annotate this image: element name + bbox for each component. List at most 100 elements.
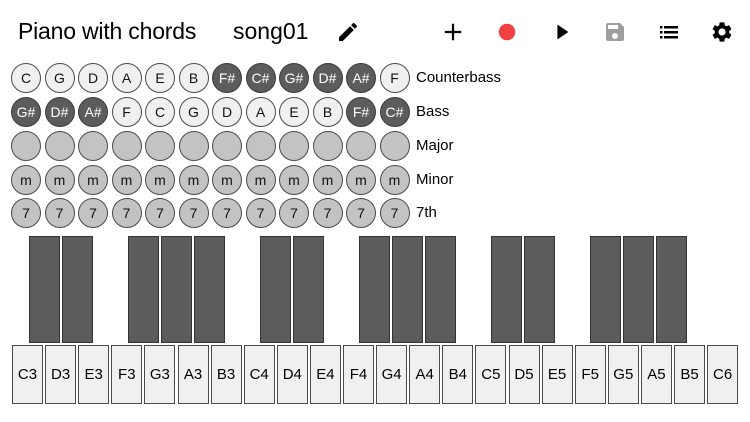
black-key-asharp5[interactable] [656,236,687,343]
counterbass-button[interactable]: C# [245,63,276,93]
major-button[interactable] [379,131,410,161]
white-key[interactable]: A5 [640,345,672,404]
counterbass-button[interactable]: D [78,63,108,93]
seventh-button[interactable]: 7 [178,198,209,228]
black-key-fsharp5[interactable] [590,236,621,343]
counterbass-button[interactable]: A# [346,63,376,93]
major-button[interactable] [279,131,309,161]
record-button[interactable] [491,16,523,48]
white-key[interactable]: C4 [243,345,275,404]
white-key[interactable]: E4 [309,345,341,404]
white-key[interactable]: B4 [442,345,474,404]
seventh-button[interactable]: 7 [212,198,242,228]
black-key-gsharp5[interactable] [623,236,654,343]
black-key-gsharp3[interactable] [161,236,192,343]
counterbass-button[interactable]: B [178,63,209,93]
black-key-csharp4[interactable] [260,236,291,343]
white-key[interactable]: C3 [12,345,43,404]
black-key-dsharp4[interactable] [293,236,324,343]
black-key-fsharp3[interactable] [128,236,159,343]
major-button[interactable] [212,131,242,161]
white-key[interactable]: G4 [376,345,408,404]
seventh-button[interactable]: 7 [279,198,309,228]
seventh-button[interactable]: 7 [145,198,175,228]
seventh-button[interactable]: 7 [379,198,410,228]
bass-button[interactable]: G# [11,97,41,127]
counterbass-button[interactable]: D# [312,63,343,93]
white-key[interactable]: D4 [276,345,308,404]
minor-button[interactable]: m [178,165,209,195]
counterbass-button[interactable]: G [44,63,75,93]
minor-button[interactable]: m [111,165,142,195]
white-key[interactable]: C5 [475,345,507,404]
bass-button[interactable]: F [111,97,142,127]
counterbass-button[interactable]: F [379,63,410,93]
bass-button[interactable]: D [212,97,242,127]
white-key[interactable]: G3 [144,345,176,404]
bass-button[interactable]: D# [44,97,75,127]
seventh-button[interactable]: 7 [346,198,376,228]
counterbass-button[interactable]: F# [212,63,242,93]
white-key[interactable]: F5 [574,345,606,404]
save-button[interactable] [599,16,631,48]
black-key-asharp4[interactable] [425,236,456,343]
black-key-gsharp4[interactable] [392,236,423,343]
black-key-csharp5[interactable] [491,236,522,343]
settings-button[interactable] [706,16,738,48]
add-button[interactable] [437,16,469,48]
minor-button[interactable]: m [11,165,41,195]
counterbass-button[interactable]: C [11,63,41,93]
minor-button[interactable]: m [279,165,309,195]
major-button[interactable] [178,131,209,161]
seventh-button[interactable]: 7 [111,198,142,228]
black-key-csharp3[interactable] [29,236,60,343]
major-button[interactable] [346,131,376,161]
white-key[interactable]: D3 [45,345,77,404]
play-button[interactable] [546,16,578,48]
major-button[interactable] [111,131,142,161]
counterbass-button[interactable]: G# [279,63,309,93]
white-key[interactable]: D5 [508,345,540,404]
white-key[interactable]: B3 [210,345,242,404]
major-button[interactable] [11,131,41,161]
white-key[interactable]: A4 [409,345,441,404]
edit-song-name-button[interactable] [332,16,364,48]
minor-button[interactable]: m [78,165,108,195]
minor-button[interactable]: m [312,165,343,195]
major-button[interactable] [44,131,75,161]
seventh-button[interactable]: 7 [78,198,108,228]
major-button[interactable] [145,131,175,161]
bass-button[interactable]: A [245,97,276,127]
major-button[interactable] [245,131,276,161]
white-key[interactable]: F3 [111,345,143,404]
bass-button[interactable]: G [178,97,209,127]
major-button[interactable] [312,131,343,161]
counterbass-button[interactable]: A [111,63,142,93]
white-key[interactable]: A3 [177,345,209,404]
bass-button[interactable]: B [312,97,343,127]
bass-button[interactable]: A# [78,97,108,127]
minor-button[interactable]: m [379,165,410,195]
minor-button[interactable]: m [346,165,376,195]
bass-button[interactable]: C [145,97,175,127]
song-name[interactable]: song01 [233,18,308,45]
white-key[interactable]: E5 [541,345,573,404]
major-button[interactable] [78,131,108,161]
bass-button[interactable]: C# [379,97,410,127]
seventh-button[interactable]: 7 [312,198,343,228]
white-key[interactable]: C6 [707,345,739,404]
seventh-button[interactable]: 7 [245,198,276,228]
minor-button[interactable]: m [245,165,276,195]
bass-button[interactable]: F# [346,97,376,127]
black-key-dsharp5[interactable] [524,236,555,343]
minor-button[interactable]: m [212,165,242,195]
black-key-dsharp3[interactable] [62,236,93,343]
minor-button[interactable]: m [145,165,175,195]
seventh-button[interactable]: 7 [11,198,41,228]
black-key-fsharp4[interactable] [359,236,390,343]
white-key[interactable]: F4 [343,345,374,404]
black-key-asharp3[interactable] [194,236,225,343]
minor-button[interactable]: m [44,165,75,195]
counterbass-button[interactable]: E [145,63,175,93]
seventh-button[interactable]: 7 [44,198,75,228]
